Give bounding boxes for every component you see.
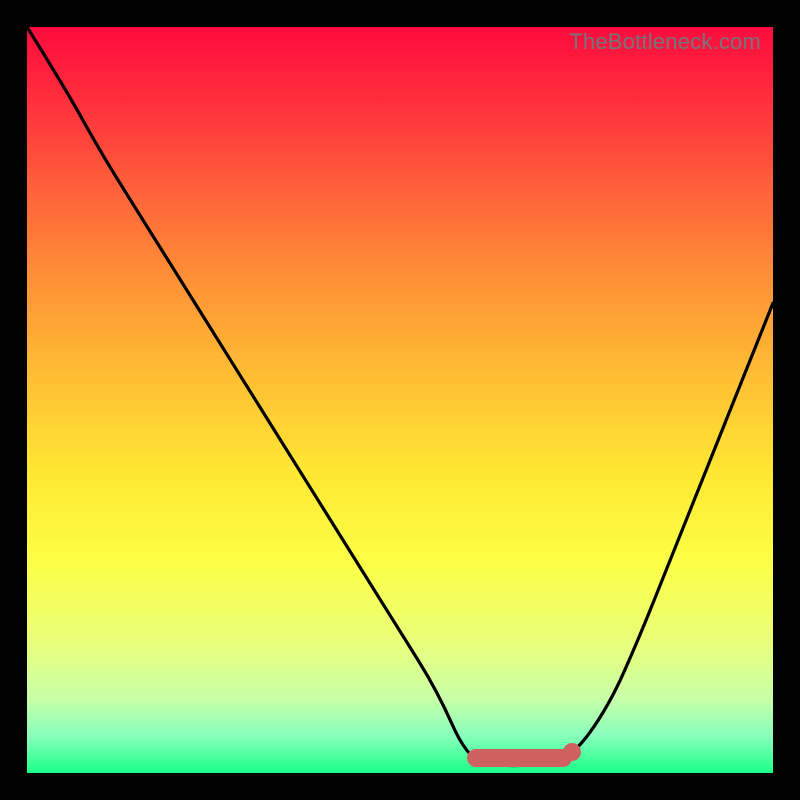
sweet-spot-bar <box>467 749 571 767</box>
sweet-spot-dot <box>563 743 581 761</box>
plot-area: TheBottleneck.com <box>27 27 773 773</box>
chart-frame: TheBottleneck.com <box>0 0 800 800</box>
bottleneck-curve <box>27 27 773 773</box>
